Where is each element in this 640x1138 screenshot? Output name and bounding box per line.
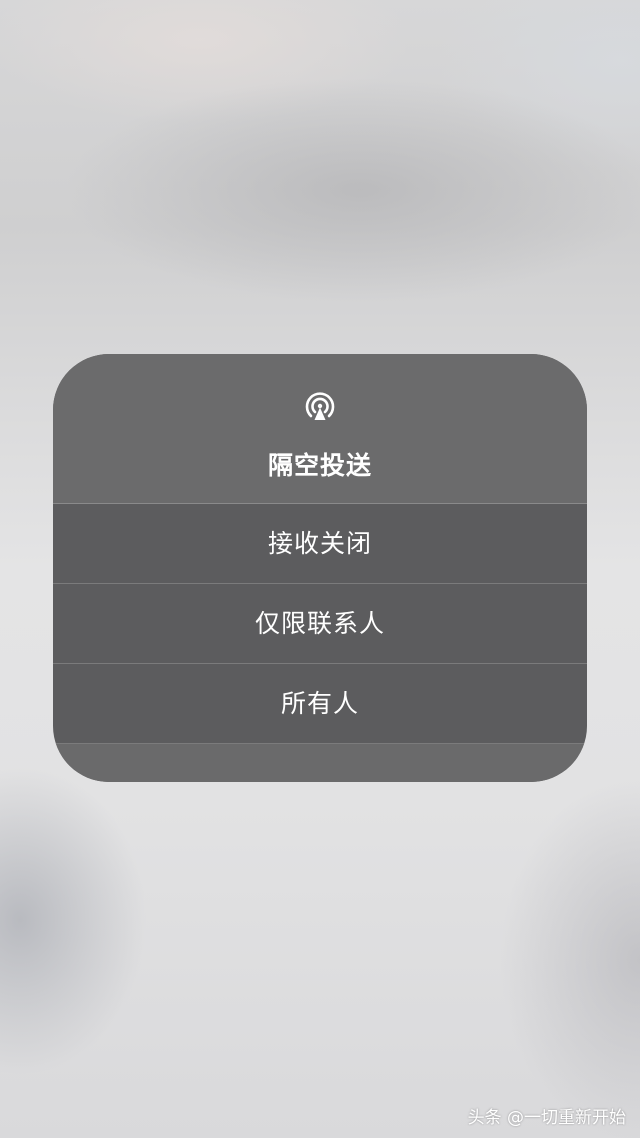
airdrop-panel: 隔空投送 接收关闭 仅限联系人 所有人 bbox=[53, 354, 587, 782]
airdrop-icon bbox=[305, 392, 335, 420]
option-contacts-only[interactable]: 仅限联系人 bbox=[53, 584, 587, 664]
panel-footer bbox=[53, 744, 587, 782]
option-receiving-off[interactable]: 接收关闭 bbox=[53, 504, 587, 584]
airdrop-title: 隔空投送 bbox=[267, 451, 372, 480]
option-everyone[interactable]: 所有人 bbox=[53, 664, 587, 744]
watermark: 头条 @一切重新开始 bbox=[467, 1108, 626, 1128]
airdrop-header: 隔空投送 bbox=[53, 354, 587, 504]
